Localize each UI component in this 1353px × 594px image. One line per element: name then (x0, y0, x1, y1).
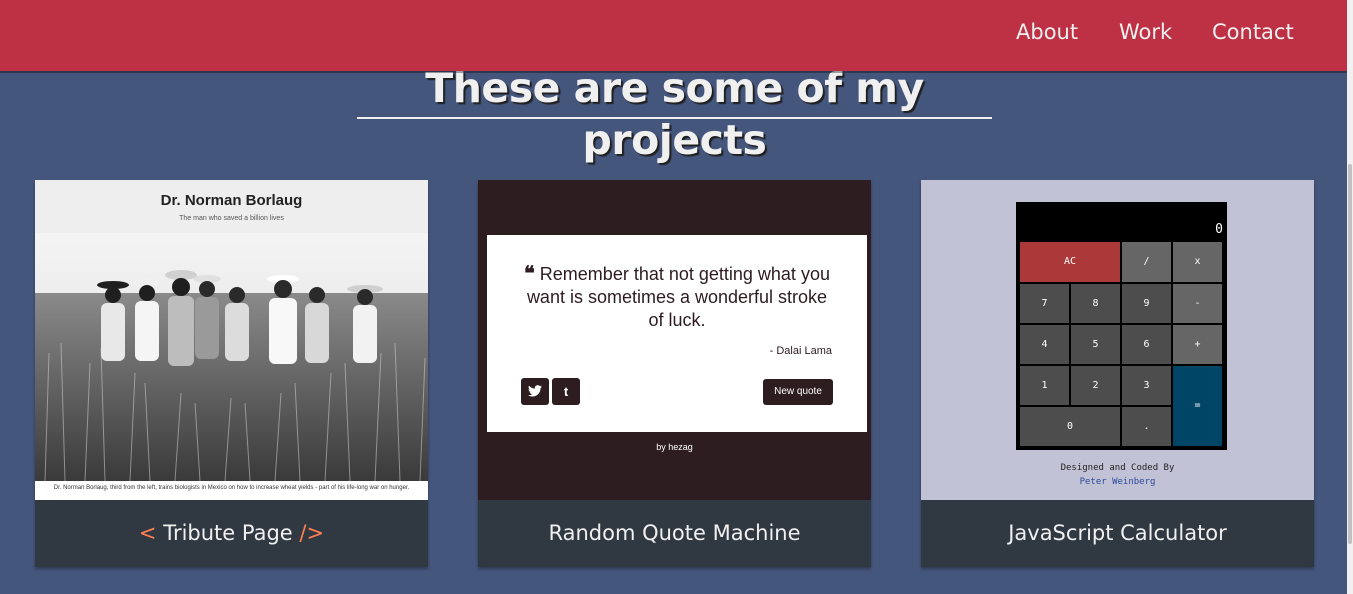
scrollbar[interactable] (1347, 0, 1353, 594)
calc-key-9[interactable]: 9 (1121, 283, 1172, 324)
bracket-open: < (138, 521, 157, 545)
calc-key-1[interactable]: 1 (1019, 365, 1070, 406)
project-title[interactable]: JavaScript Calculator (921, 500, 1314, 567)
calc-key-ac[interactable]: AC (1019, 241, 1121, 283)
preview-header: Dr. Norman Borlaug The man who saved a b… (35, 180, 428, 233)
calculator-preview: 0 AC / x 7 8 9 - 4 5 6 + 1 2 3 = 0 . Des… (921, 180, 1314, 500)
quote-machine-preview: ❝ Remember that not getting what you wan… (478, 180, 871, 500)
quote-footer: by hezag (656, 442, 693, 452)
project-title-text: Tribute Page (163, 521, 293, 545)
project-title[interactable]: < Tribute Page /> (35, 500, 428, 567)
nav-link-contact[interactable]: Contact (1212, 20, 1294, 44)
calc-key-add[interactable]: + (1172, 324, 1223, 365)
calc-key-6[interactable]: 6 (1121, 324, 1172, 365)
calc-key-5[interactable]: 5 (1070, 324, 1121, 365)
calc-key-divide[interactable]: / (1121, 241, 1172, 283)
calc-key-8[interactable]: 8 (1070, 283, 1121, 324)
calculator-credit: Designed and Coded By Peter Weinberg (921, 461, 1314, 489)
preview-subheading: The man who saved a billion lives (179, 215, 284, 222)
calc-key-equals[interactable]: = (1172, 365, 1223, 447)
wheat-field-photo (35, 233, 428, 481)
calculator-display: 0 (1215, 222, 1223, 237)
credit-author-link[interactable]: Peter Weinberg (921, 475, 1314, 489)
calc-key-4[interactable]: 4 (1019, 324, 1070, 365)
quote-author: - Dalai Lama (769, 345, 832, 357)
project-card-tribute[interactable]: Dr. Norman Borlaug The man who saved a b… (35, 180, 428, 567)
calc-key-decimal[interactable]: . (1121, 406, 1172, 447)
preview-caption: Dr. Norman Borlaug, third from the left,… (53, 485, 410, 491)
project-title[interactable]: Random Quote Machine (478, 500, 871, 567)
scrollbar-thumb[interactable] (1348, 164, 1352, 544)
calc-key-0[interactable]: 0 (1019, 406, 1121, 447)
calculator: 0 AC / x 7 8 9 - 4 5 6 + 1 2 3 = 0 . (1016, 202, 1227, 450)
calc-key-multiply[interactable]: x (1172, 241, 1223, 283)
quote-text: ❝ Remember that not getting what you wan… (517, 263, 837, 332)
quote-body: Remember that not getting what you want … (526, 264, 830, 330)
credit-line: Designed and Coded By (1060, 463, 1175, 473)
bracket-close: /> (299, 521, 325, 545)
nav-link-work[interactable]: Work (1119, 20, 1172, 44)
project-card-calculator[interactable]: 0 AC / x 7 8 9 - 4 5 6 + 1 2 3 = 0 . Des… (921, 180, 1314, 567)
calc-key-2[interactable]: 2 (1070, 365, 1121, 406)
nav-link-about[interactable]: About (1016, 20, 1078, 44)
quote-left-icon: ❝ (524, 263, 535, 285)
calc-key-subtract[interactable]: - (1172, 283, 1223, 324)
new-quote-button[interactable]: New quote (763, 379, 833, 405)
calc-key-3[interactable]: 3 (1121, 365, 1172, 406)
tribute-page-preview: Dr. Norman Borlaug The man who saved a b… (35, 180, 428, 500)
twitter-icon[interactable] (521, 378, 549, 405)
navbar: About Work Contact (0, 0, 1347, 71)
project-card-quote-machine[interactable]: ❝ Remember that not getting what you wan… (478, 180, 871, 567)
tumblr-icon[interactable]: t (552, 378, 580, 405)
preview-heading: Dr. Norman Borlaug (160, 192, 303, 209)
calc-key-7[interactable]: 7 (1019, 283, 1070, 324)
quote-box: ❝ Remember that not getting what you wan… (487, 235, 867, 432)
